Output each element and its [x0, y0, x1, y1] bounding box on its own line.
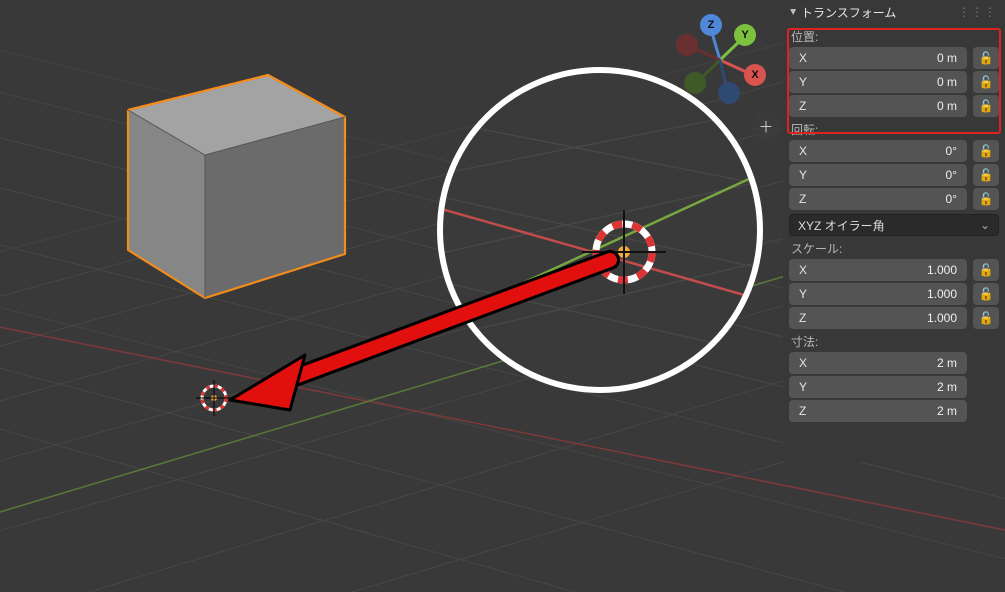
panel-title: トランスフォーム — [801, 4, 896, 21]
lock-icon[interactable]: 🔓 — [973, 47, 999, 69]
value-label: 2 m — [813, 380, 957, 394]
gizmo-neg-z[interactable] — [718, 82, 740, 104]
axis-label: X — [799, 356, 813, 370]
dimensions-label: 寸法: — [791, 333, 997, 350]
chevron-down-icon: ⌄ — [980, 218, 990, 232]
rotation-x-field[interactable]: X 0° — [789, 140, 967, 162]
rotation-label: 回転: — [791, 121, 997, 138]
dimensions-y-field[interactable]: Y 2 m — [789, 376, 967, 398]
value-label: 0° — [813, 192, 957, 206]
axis-label: Z — [799, 99, 813, 113]
value-label: 0° — [813, 168, 957, 182]
chevron-down-icon: ▸ — [787, 9, 801, 15]
value-label: 0 m — [813, 99, 957, 113]
axis-label: Y — [799, 380, 813, 394]
lock-icon[interactable]: 🔓 — [973, 188, 999, 210]
gizmo-neg-x[interactable] — [676, 34, 698, 56]
value-label: 1.000 — [813, 287, 957, 301]
gizmo-y-label: Y — [741, 29, 748, 41]
value-label: 0° — [813, 144, 957, 158]
rotation-z-field[interactable]: Z 0° — [789, 188, 967, 210]
lock-icon[interactable]: 🔓 — [973, 140, 999, 162]
gizmo-z-label: Z — [708, 19, 715, 31]
axis-label: Z — [799, 311, 813, 325]
scale-y-field[interactable]: Y 1.000 — [789, 283, 967, 305]
panel-header[interactable]: ▸ トランスフォーム ⋮⋮⋮ — [787, 0, 1001, 24]
scale-z-field[interactable]: Z 1.000 — [789, 307, 967, 329]
value-label: 0 m — [813, 51, 957, 65]
grip-icon: ⋮⋮⋮ — [958, 5, 997, 19]
axis-label: X — [799, 263, 813, 277]
zoom-button[interactable]: ＋ — [752, 112, 780, 140]
dimensions-x-field[interactable]: X 2 m — [789, 352, 967, 374]
gizmo-y[interactable]: Y — [734, 24, 756, 46]
rotation-mode-dropdown[interactable]: XYZ オイラー角 ⌄ — [789, 214, 999, 236]
gizmo-z[interactable]: Z — [700, 14, 722, 36]
location-y-field[interactable]: Y 0 m — [789, 71, 967, 93]
scale-x-field[interactable]: X 1.000 — [789, 259, 967, 281]
lock-icon[interactable]: 🔓 — [973, 283, 999, 305]
axis-label: X — [799, 51, 813, 65]
lock-icon[interactable]: 🔓 — [973, 164, 999, 186]
value-label: 1.000 — [813, 311, 957, 325]
lock-icon[interactable]: 🔓 — [973, 307, 999, 329]
axis-label: X — [799, 144, 813, 158]
lock-icon[interactable]: 🔓 — [973, 71, 999, 93]
gizmo-neg-y[interactable] — [684, 72, 706, 94]
gizmo-x[interactable]: X — [744, 64, 766, 86]
location-z-field[interactable]: Z 0 m — [789, 95, 967, 117]
value-label: 1.000 — [813, 263, 957, 277]
value-label: 0 m — [813, 75, 957, 89]
scale-label: スケール: — [791, 240, 997, 257]
rotation-y-field[interactable]: Y 0° — [789, 164, 967, 186]
value-label: 2 m — [813, 356, 957, 370]
dimensions-z-field[interactable]: Z 2 m — [789, 400, 967, 422]
lock-icon[interactable]: 🔓 — [973, 95, 999, 117]
lock-icon[interactable]: 🔓 — [973, 259, 999, 281]
dropdown-label: XYZ オイラー角 — [798, 217, 980, 234]
axis-label: Y — [799, 168, 813, 182]
gizmo-x-label: X — [751, 69, 758, 81]
location-x-field[interactable]: X 0 m — [789, 47, 967, 69]
axis-label: Y — [799, 287, 813, 301]
axis-label: Z — [799, 404, 813, 418]
location-label: 位置: — [791, 28, 997, 45]
axis-label: Z — [799, 192, 813, 206]
selected-cube[interactable] — [128, 75, 345, 298]
transform-panel: ▸ トランスフォーム ⋮⋮⋮ 位置: X 0 m 🔓 Y 0 m 🔓 Z 0 m — [783, 0, 1005, 462]
value-label: 2 m — [813, 404, 957, 418]
axis-label: Y — [799, 75, 813, 89]
nav-gizmo[interactable]: Z Y X — [670, 8, 770, 108]
